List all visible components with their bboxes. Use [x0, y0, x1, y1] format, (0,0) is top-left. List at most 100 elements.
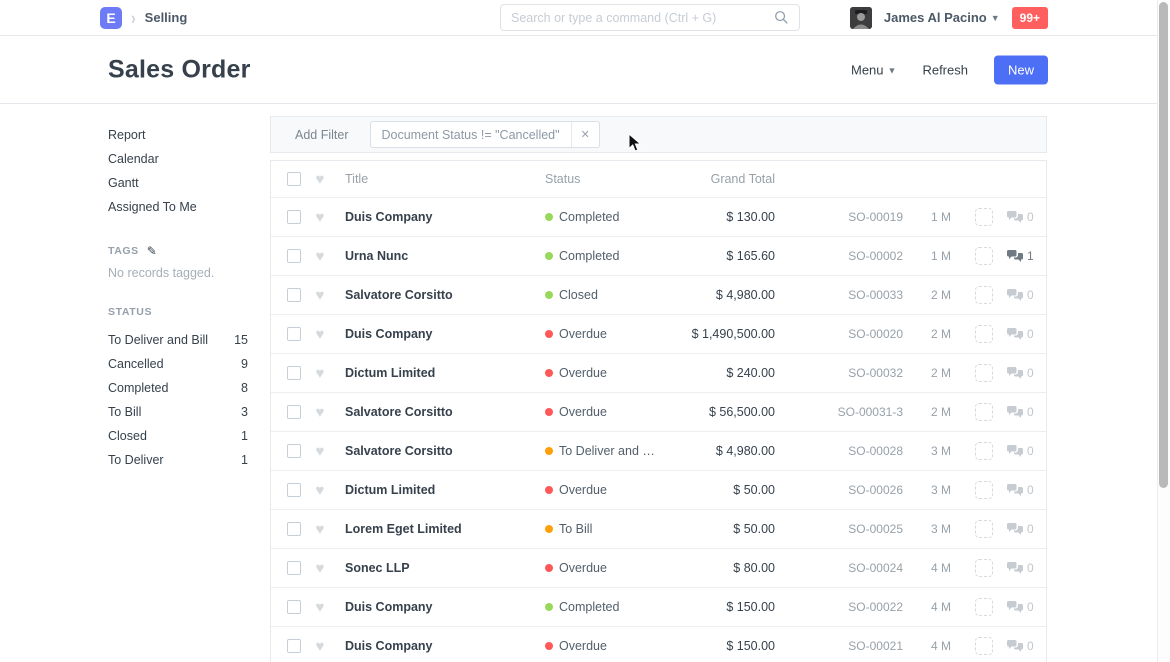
sidebar-view-item[interactable]: Report [108, 123, 248, 147]
row-id[interactable]: SO-00019 [775, 210, 903, 224]
row-id[interactable]: SO-00002 [775, 249, 903, 263]
table-row[interactable]: ♥ Duis Company Overdue $ 1,490,500.00 SO… [271, 315, 1046, 354]
table-row[interactable]: ♥ Sonec LLP Overdue $ 80.00 SO-00024 4 M [271, 549, 1046, 588]
row-title[interactable]: Dictum Limited [345, 483, 545, 497]
row-checkbox[interactable] [287, 249, 301, 263]
row-id[interactable]: SO-00033 [775, 288, 903, 302]
select-all-checkbox[interactable] [287, 172, 301, 186]
assignee-placeholder[interactable] [975, 637, 993, 655]
row-checkbox[interactable] [287, 288, 301, 302]
app-logo[interactable]: E [100, 7, 122, 29]
table-row[interactable]: ♥ Salvatore Corsitto Closed $ 4,980.00 S… [271, 276, 1046, 315]
row-checkbox[interactable] [287, 600, 301, 614]
sidebar-view-item[interactable]: Gantt [108, 171, 248, 195]
row-id[interactable]: SO-00031-3 [775, 405, 903, 419]
user-menu[interactable]: James Al Pacino▼ [884, 10, 1000, 25]
like-icon[interactable]: ♥ [312, 249, 328, 264]
table-row[interactable]: ♥ Duis Company Completed $ 150.00 SO-000… [271, 588, 1046, 627]
row-title[interactable]: Salvatore Corsitto [345, 405, 545, 419]
row-id[interactable]: SO-00020 [775, 327, 903, 341]
row-checkbox[interactable] [287, 405, 301, 419]
row-id[interactable]: SO-00024 [775, 561, 903, 575]
row-title[interactable]: Salvatore Corsitto [345, 444, 545, 458]
like-icon[interactable]: ♥ [312, 327, 328, 342]
row-title[interactable]: Duis Company [345, 210, 545, 224]
row-title[interactable]: Duis Company [345, 600, 545, 614]
status-filter-item[interactable]: Cancelled 9 [108, 352, 248, 376]
edit-tags-icon[interactable]: ✎ [147, 244, 158, 258]
row-title[interactable]: Sonec LLP [345, 561, 545, 575]
assignee-placeholder[interactable] [975, 364, 993, 382]
table-row[interactable]: ♥ Urna Nunc Completed $ 165.60 SO-00002 … [271, 237, 1046, 276]
like-icon[interactable]: ♥ [312, 210, 328, 225]
row-checkbox[interactable] [287, 327, 301, 341]
status-filter-item[interactable]: To Deliver and Bill 15 [108, 328, 248, 352]
assignee-placeholder[interactable] [975, 559, 993, 577]
like-icon[interactable]: ♥ [312, 600, 328, 615]
new-button[interactable]: New [994, 55, 1048, 84]
table-row[interactable]: ♥ Duis Company Overdue $ 150.00 SO-00021… [271, 627, 1046, 662]
remove-filter-icon[interactable]: ✕ [571, 122, 599, 147]
table-row[interactable]: ♥ Duis Company Completed $ 130.00 SO-000… [271, 198, 1046, 237]
row-checkbox[interactable] [287, 366, 301, 380]
assignee-placeholder[interactable] [975, 247, 993, 265]
user-avatar[interactable] [850, 7, 872, 29]
row-checkbox[interactable] [287, 210, 301, 224]
row-checkbox[interactable] [287, 444, 301, 458]
row-checkbox[interactable] [287, 639, 301, 653]
status-filter-item[interactable]: Closed 1 [108, 424, 248, 448]
row-title[interactable]: Duis Company [345, 639, 545, 653]
like-icon[interactable]: ♥ [312, 288, 328, 303]
sidebar-view-item[interactable]: Calendar [108, 147, 248, 171]
row-checkbox[interactable] [287, 561, 301, 575]
assignee-placeholder[interactable] [975, 520, 993, 538]
assignee-placeholder[interactable] [975, 403, 993, 421]
notifications-badge[interactable]: 99+ [1012, 7, 1048, 29]
assignee-placeholder[interactable] [975, 481, 993, 499]
row-title[interactable]: Lorem Eget Limited [345, 522, 545, 536]
row-checkbox[interactable] [287, 483, 301, 497]
row-id[interactable]: SO-00026 [775, 483, 903, 497]
status-filter-item[interactable]: Completed 8 [108, 376, 248, 400]
like-icon[interactable]: ♥ [312, 444, 328, 459]
row-id[interactable]: SO-00021 [775, 639, 903, 653]
row-title[interactable]: Salvatore Corsitto [345, 288, 545, 302]
like-icon[interactable]: ♥ [312, 366, 328, 381]
sidebar-view-item[interactable]: Assigned To Me [108, 195, 248, 219]
assignee-placeholder[interactable] [975, 325, 993, 343]
status-heading: STATUS [108, 303, 248, 321]
row-title[interactable]: Urna Nunc [345, 249, 545, 263]
active-filter-pill[interactable]: Document Status != "Cancelled" ✕ [370, 121, 600, 148]
row-id[interactable]: SO-00022 [775, 600, 903, 614]
add-filter-button[interactable]: Add Filter [295, 128, 349, 142]
breadcrumb[interactable]: Selling [145, 10, 188, 25]
refresh-button[interactable]: Refresh [922, 62, 968, 77]
row-checkbox[interactable] [287, 522, 301, 536]
status-filter-item[interactable]: To Deliver 1 [108, 448, 248, 472]
search-input[interactable] [511, 11, 774, 25]
row-title[interactable]: Dictum Limited [345, 366, 545, 380]
assignee-placeholder[interactable] [975, 442, 993, 460]
status-filter-item[interactable]: To Bill 3 [108, 400, 248, 424]
row-id[interactable]: SO-00032 [775, 366, 903, 380]
table-row[interactable]: ♥ Lorem Eget Limited To Bill $ 50.00 SO-… [271, 510, 1046, 549]
filter-text[interactable]: Document Status != "Cancelled" [371, 128, 571, 142]
scrollbar-thumb[interactable] [1159, 2, 1168, 488]
row-title[interactable]: Duis Company [345, 327, 545, 341]
table-row[interactable]: ♥ Dictum Limited Overdue $ 50.00 SO-0002… [271, 471, 1046, 510]
like-filter-icon[interactable]: ♥ [312, 172, 328, 187]
assignee-placeholder[interactable] [975, 286, 993, 304]
table-row[interactable]: ♥ Dictum Limited Overdue $ 240.00 SO-000… [271, 354, 1046, 393]
assignee-placeholder[interactable] [975, 208, 993, 226]
table-row[interactable]: ♥ Salvatore Corsitto To Deliver and Bill… [271, 432, 1046, 471]
assignee-placeholder[interactable] [975, 598, 993, 616]
like-icon[interactable]: ♥ [312, 483, 328, 498]
like-icon[interactable]: ♥ [312, 639, 328, 654]
like-icon[interactable]: ♥ [312, 405, 328, 420]
table-row[interactable]: ♥ Salvatore Corsitto Overdue $ 56,500.00… [271, 393, 1046, 432]
row-id[interactable]: SO-00025 [775, 522, 903, 536]
like-icon[interactable]: ♥ [312, 561, 328, 576]
row-id[interactable]: SO-00028 [775, 444, 903, 458]
menu-button[interactable]: Menu▼ [851, 62, 896, 77]
like-icon[interactable]: ♥ [312, 522, 328, 537]
